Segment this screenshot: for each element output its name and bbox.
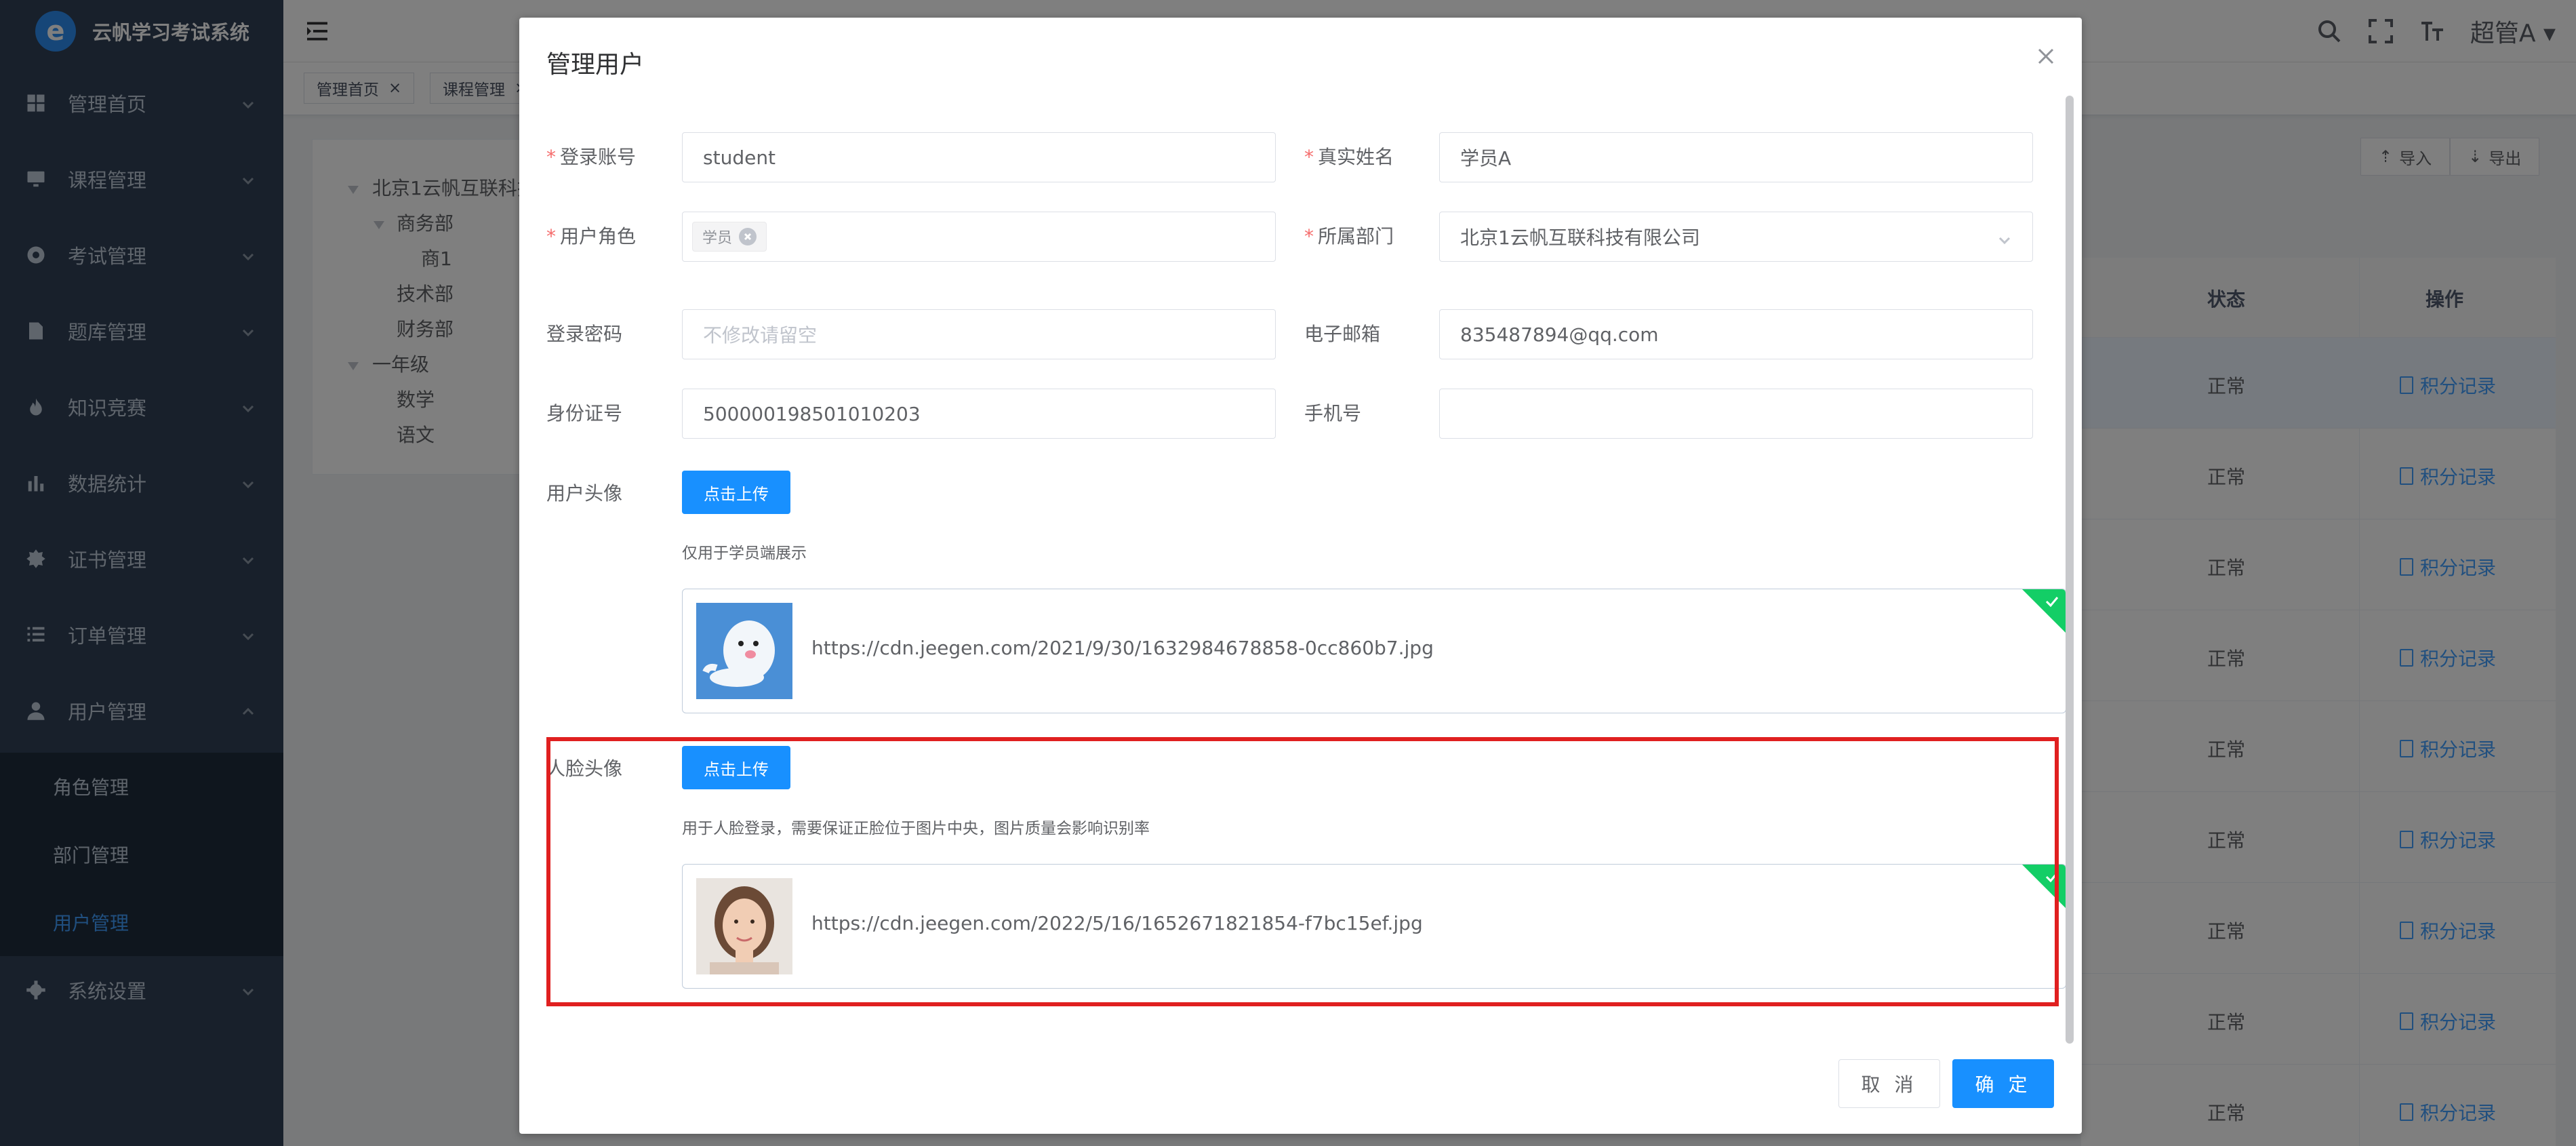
role-select[interactable]: 学员	[682, 212, 1276, 262]
chevron-down-icon	[1997, 230, 2012, 245]
close-icon[interactable]	[739, 228, 757, 245]
avatar-file-card[interactable]: https://cdn.jeegen.com/2021/9/30/1632984…	[682, 589, 2066, 713]
required-mark: *	[1304, 225, 1314, 248]
dept-label-text: 所属部门	[1318, 225, 1394, 248]
dialog-title: 管理用户	[546, 51, 645, 79]
idcard-input[interactable]: 500000198501010203	[682, 389, 1276, 439]
email-input[interactable]: 835487894@qq.com	[1439, 309, 2033, 359]
role-chip-label: 学员	[702, 230, 733, 247]
required-mark: *	[546, 146, 556, 168]
phone-input[interactable]	[1439, 389, 2033, 439]
close-icon[interactable]	[2036, 46, 2056, 66]
account-label-text: 登录账号	[560, 146, 637, 168]
email-label: 电子邮箱	[1304, 323, 1381, 345]
realname-input[interactable]: 学员A	[1439, 132, 2033, 182]
account-label: * 登录账号	[546, 142, 636, 170]
dept-value: 北京1云帆互联科技有限公司	[1460, 226, 1700, 249]
phone-label: 手机号	[1304, 402, 1362, 424]
confirm-button[interactable]: 确 定	[1952, 1059, 2054, 1108]
required-mark: *	[1304, 146, 1314, 168]
realname-label: * 真实姓名	[1304, 142, 1394, 170]
avatar-upload-button[interactable]: 点击上传	[682, 471, 790, 514]
password-label: 登录密码	[546, 323, 623, 345]
role-label: * 用户角色	[546, 222, 636, 249]
seal-avatar-thumbnail	[696, 603, 792, 699]
check-icon	[2044, 593, 2060, 610]
password-input[interactable]: 不修改请留空	[682, 309, 1276, 359]
idcard-label: 身份证号	[546, 402, 623, 424]
realname-label-text: 真实姓名	[1318, 146, 1394, 168]
dept-label: * 所属部门	[1304, 222, 1394, 249]
role-label-text: 用户角色	[560, 225, 637, 248]
dept-select[interactable]: 北京1云帆互联科技有限公司	[1439, 212, 2033, 262]
role-chip: 学员	[692, 222, 767, 252]
account-input[interactable]: student	[682, 132, 1276, 182]
cancel-button[interactable]: 取 消	[1838, 1059, 1940, 1108]
dialog-scrollbar[interactable]	[2066, 96, 2074, 1044]
avatar-tip: 仅用于学员端展示	[682, 545, 807, 562]
face-section-highlight	[546, 737, 2059, 1006]
required-mark: *	[546, 225, 556, 248]
avatar-label: 用户头像	[546, 482, 623, 505]
avatar-url: https://cdn.jeegen.com/2021/9/30/1632984…	[811, 637, 1434, 659]
